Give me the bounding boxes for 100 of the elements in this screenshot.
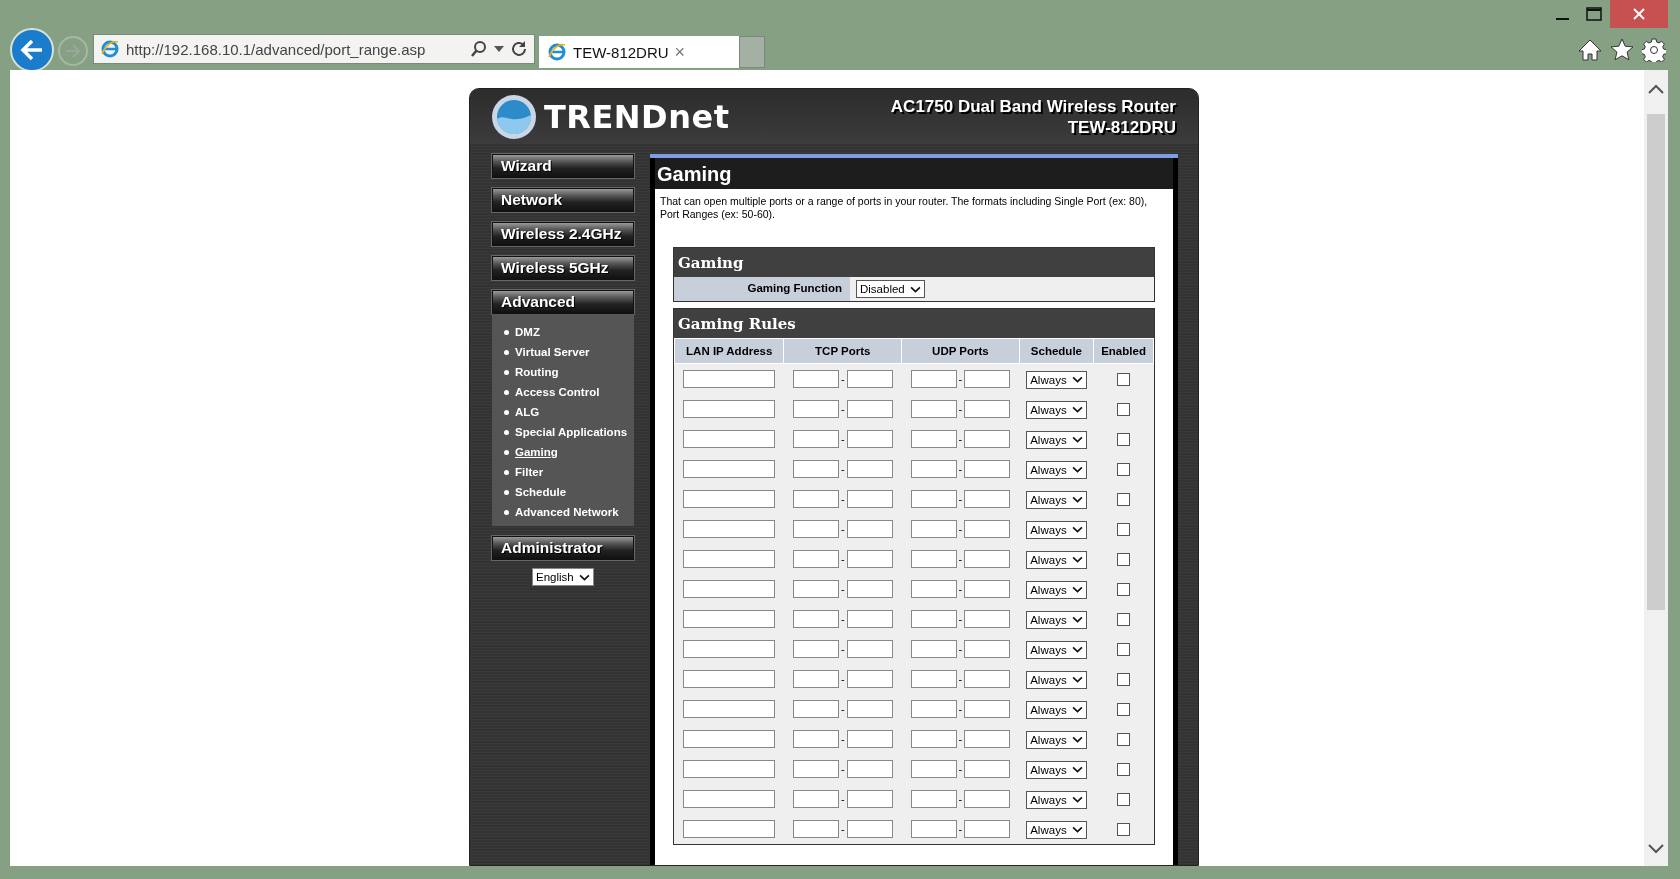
port-input-field[interactable] [964,610,1011,629]
ip-input-field[interactable] [683,700,776,719]
port-input-field[interactable] [792,490,839,509]
back-button[interactable] [10,28,54,72]
enabled-checkbox[interactable] [1117,793,1131,807]
submenu-item[interactable]: ALG [504,402,634,422]
port-input-field[interactable] [846,550,893,569]
address-bar[interactable]: http://192.168.10.1/advanced/port_range.asp [93,34,535,64]
port-input-field[interactable] [846,700,893,719]
schedule-select[interactable]: Always [1026,400,1087,419]
browser-tab[interactable]: TEW-812DRU × [539,36,739,68]
port-input-field[interactable] [792,730,839,749]
port-input-field[interactable] [792,790,839,809]
port-input-field[interactable] [910,640,957,659]
port-input-field[interactable] [910,520,957,539]
ip-input-field[interactable] [683,430,776,449]
port-input-field[interactable] [792,430,839,449]
port-input-field[interactable] [846,790,893,809]
port-input-field[interactable] [910,490,957,509]
port-input-field[interactable] [910,670,957,689]
submenu-item[interactable]: Special Applications [504,422,634,442]
submenu-item[interactable]: Access Control [504,382,634,402]
close-button[interactable] [1610,0,1668,28]
port-input-field[interactable] [910,460,957,479]
schedule-select[interactable]: Always [1026,640,1087,659]
port-input-field[interactable] [910,580,957,599]
ip-input-field[interactable] [683,610,776,629]
ip-input-field[interactable] [683,730,776,749]
gaming-function-select[interactable]: Disabled [856,280,925,298]
schedule-select[interactable]: Always [1026,610,1087,629]
ip-input-field[interactable] [683,790,776,809]
scroll-up-icon[interactable] [1648,84,1664,94]
port-input-field[interactable] [910,370,957,389]
port-input-field[interactable] [792,610,839,629]
enabled-checkbox[interactable] [1117,823,1131,837]
schedule-select[interactable]: Always [1026,430,1087,449]
port-input-field[interactable] [846,640,893,659]
enabled-checkbox[interactable] [1117,643,1131,657]
port-input-field[interactable] [792,700,839,719]
scroll-down-icon[interactable] [1648,844,1664,854]
ip-input-field[interactable] [683,400,776,419]
menu-button[interactable]: Wizard [492,154,634,178]
scrollbar-thumb[interactable] [1647,114,1665,610]
port-input-field[interactable] [964,820,1011,839]
ip-input-field[interactable] [683,640,776,659]
enabled-checkbox[interactable] [1117,553,1131,567]
close-tab-icon[interactable]: × [674,41,731,63]
submenu-item[interactable]: DMZ [504,322,634,342]
search-icon[interactable] [470,40,488,58]
port-input-field[interactable] [846,820,893,839]
refresh-icon[interactable] [510,40,528,58]
port-input-field[interactable] [846,430,893,449]
port-input-field[interactable] [964,700,1011,719]
port-input-field[interactable] [964,580,1011,599]
port-input-field[interactable] [910,430,957,449]
language-select[interactable]: English [532,568,594,586]
schedule-select[interactable]: Always [1026,490,1087,509]
port-input-field[interactable] [964,670,1011,689]
port-input-field[interactable] [792,820,839,839]
menu-button[interactable]: Advanced [492,290,634,314]
schedule-select[interactable]: Always [1026,670,1087,689]
schedule-select[interactable]: Always [1026,550,1087,569]
port-input-field[interactable] [964,520,1011,539]
port-input-field[interactable] [964,640,1011,659]
port-input-field[interactable] [792,520,839,539]
port-input-field[interactable] [792,370,839,389]
port-input-field[interactable] [792,670,839,689]
enabled-checkbox[interactable] [1117,733,1131,747]
menu-button[interactable]: Wireless 2.4GHz [492,222,634,246]
schedule-select[interactable]: Always [1026,700,1087,719]
port-input-field[interactable] [846,370,893,389]
ip-input-field[interactable] [683,760,776,779]
menu-button[interactable]: Wireless 5GHz [492,256,634,280]
submenu-item[interactable]: Virtual Server [504,342,634,362]
schedule-select[interactable]: Always [1026,730,1087,749]
port-input-field[interactable] [792,550,839,569]
port-input-field[interactable] [792,640,839,659]
menu-button[interactable]: Network [492,188,634,212]
star-icon[interactable] [1610,38,1634,62]
port-input-field[interactable] [964,400,1011,419]
port-input-field[interactable] [846,670,893,689]
schedule-select[interactable]: Always [1026,370,1087,389]
enabled-checkbox[interactable] [1117,583,1131,597]
port-input-field[interactable] [846,730,893,749]
port-input-field[interactable] [964,790,1011,809]
port-input-field[interactable] [964,370,1011,389]
enabled-checkbox[interactable] [1117,613,1131,627]
enabled-checkbox[interactable] [1117,373,1131,387]
menu-button[interactable]: Administrator [492,536,634,560]
ip-input-field[interactable] [683,670,776,689]
port-input-field[interactable] [846,520,893,539]
ip-input-field[interactable] [683,370,776,389]
enabled-checkbox[interactable] [1117,523,1131,537]
port-input-field[interactable] [846,460,893,479]
ip-input-field[interactable] [683,550,776,569]
schedule-select[interactable]: Always [1026,760,1087,779]
port-input-field[interactable] [846,490,893,509]
port-input-field[interactable] [792,760,839,779]
schedule-select[interactable]: Always [1026,820,1087,839]
port-input-field[interactable] [910,700,957,719]
